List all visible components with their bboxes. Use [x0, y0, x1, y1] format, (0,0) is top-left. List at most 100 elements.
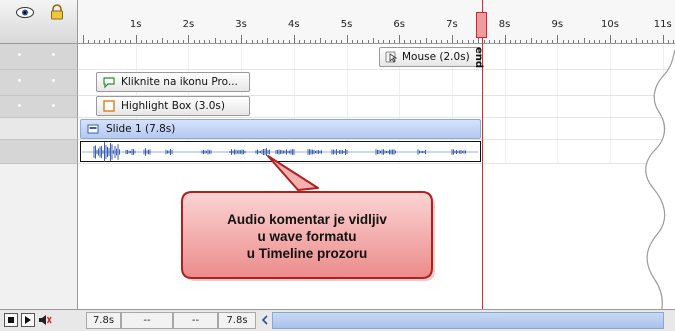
- callout-line-1: Audio komentar je vidljiv: [227, 212, 387, 227]
- ruler-tick: [151, 40, 153, 43]
- grid-line: [451, 70, 453, 95]
- layer-control-row[interactable]: [0, 44, 78, 70]
- ruler-tick: [441, 40, 443, 43]
- timeline-window: 1s 2s 3s 4s 5s 6s 7s 8s 9s 10s 11s Mouse (2.0s) Kl…: [0, 0, 675, 331]
- end-time-field: --: [173, 312, 218, 329]
- ruler-tick: [314, 40, 316, 43]
- duration-field: 7.8s: [218, 312, 256, 329]
- end-marker-label: end: [473, 47, 484, 69]
- horizontal-scrollbar[interactable]: [272, 312, 664, 329]
- ruler-tick: [177, 40, 179, 43]
- grid-line: [504, 96, 506, 117]
- stop-button[interactable]: [4, 313, 18, 327]
- grid-line: [293, 70, 295, 95]
- ruler-tick: [335, 40, 337, 43]
- time-ruler[interactable]: 1s 2s 3s 4s 5s 6s 7s 8s 9s 10s 11s: [78, 0, 675, 44]
- ruler-tick: [520, 40, 522, 43]
- grid-line: [346, 70, 348, 95]
- ruler-tick: [135, 35, 137, 43]
- layer-control-row[interactable]: [0, 96, 78, 118]
- ruler-tick: [451, 35, 453, 43]
- mouse-item[interactable]: Mouse (2.0s): [379, 47, 481, 67]
- ruler-tick: [404, 40, 406, 43]
- ruler-tick: [430, 40, 432, 43]
- slide-icon: [87, 124, 99, 134]
- ruler-tick: [198, 40, 200, 43]
- ruler-tick: [552, 40, 554, 43]
- layer-control-row[interactable]: [0, 118, 78, 140]
- ruler-tick: [483, 40, 485, 43]
- grid-line: [399, 70, 401, 95]
- grid-line: [557, 118, 559, 139]
- grid-line: [610, 44, 611, 69]
- lock-icon[interactable]: [49, 4, 65, 20]
- ruler-tick: [162, 38, 164, 43]
- scroll-left-button[interactable]: [258, 313, 270, 327]
- grid-line: [610, 140, 611, 163]
- ruler-tick: [420, 40, 422, 43]
- ruler-label: 8s: [498, 19, 511, 30]
- ruler-tick: [246, 40, 248, 43]
- grid-line: [610, 118, 611, 139]
- caption-item[interactable]: Kliknite na ikonu Pro...: [96, 72, 250, 92]
- ruler-tick: [478, 38, 480, 43]
- ruler-tick: [262, 40, 264, 43]
- ruler-label: 4s: [288, 19, 300, 30]
- grid-line: [293, 96, 295, 117]
- grid-line: [399, 96, 401, 117]
- slide-label: Slide 1 (7.8s): [106, 123, 176, 135]
- mute-button[interactable]: [38, 313, 52, 327]
- ruler-tick: [320, 38, 322, 43]
- ruler-label: 6s: [393, 19, 405, 30]
- ruler-tick: [415, 40, 416, 43]
- callout-text: Audio komentar je vidljiv u wave formatu…: [182, 211, 432, 262]
- ruler-tick: [383, 40, 385, 43]
- layer-header: [0, 0, 78, 44]
- ruler-tick: [631, 40, 633, 43]
- ruler-tick: [188, 35, 190, 43]
- ruler-tick: [125, 40, 127, 43]
- play-button[interactable]: [21, 313, 35, 327]
- ruler-tick: [220, 40, 222, 43]
- ruler-tick: [156, 40, 158, 43]
- grid-line: [504, 70, 506, 95]
- ruler-tick: [599, 40, 601, 43]
- ruler-tick: [494, 40, 496, 43]
- ruler-tick: [399, 35, 401, 43]
- grid-line: [451, 96, 453, 117]
- ruler-tick: [83, 35, 84, 43]
- ruler-tick: [130, 40, 132, 43]
- ruler-tick: [620, 40, 622, 43]
- ruler-tick: [583, 38, 585, 43]
- ruler-tick: [530, 38, 532, 43]
- grid-line: [504, 140, 506, 163]
- slide-item[interactable]: Slide 1 (7.8s): [80, 119, 481, 139]
- chevron-left-icon: [261, 315, 268, 325]
- grid-line: [610, 96, 611, 117]
- play-icon: [25, 316, 31, 324]
- ruler-tick: [446, 40, 448, 43]
- ruler-tick: [288, 40, 290, 43]
- ruler-tick: [293, 35, 295, 43]
- ruler-tick: [588, 40, 590, 43]
- callout-pointer: [267, 155, 319, 191]
- ruler-label: 9s: [551, 19, 564, 30]
- ruler-tick: [488, 40, 490, 43]
- ruler-tick: [367, 40, 369, 43]
- eye-icon[interactable]: [16, 7, 34, 18]
- highlight-box-item[interactable]: Highlight Box (3.0s): [96, 96, 250, 116]
- playhead-handle[interactable]: [476, 12, 487, 38]
- audio-layer-control-row[interactable]: [0, 140, 78, 164]
- audio-row: [78, 140, 675, 164]
- ruler-tick: [299, 40, 301, 43]
- ruler-tick: [272, 40, 274, 43]
- ruler-tick: [183, 40, 185, 43]
- timeline-row: Slide 1 (7.8s): [78, 118, 675, 140]
- layer-control-row[interactable]: [0, 70, 78, 96]
- ruler-label: 10s: [601, 19, 619, 30]
- ruler-label: 1s: [129, 19, 142, 30]
- ruler-tick: [209, 40, 211, 43]
- ruler-tick: [604, 40, 606, 43]
- ruler-tick: [225, 40, 227, 43]
- ruler-tick: [88, 40, 90, 43]
